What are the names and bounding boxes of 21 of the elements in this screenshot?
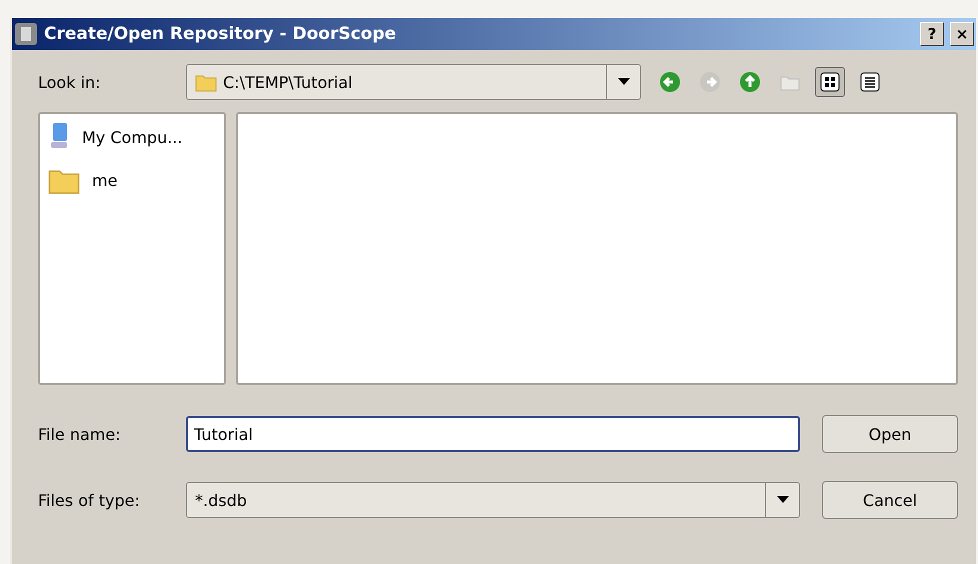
- dropdown-arrow-icon: [618, 78, 630, 86]
- dropdown-arrow-icon: [776, 496, 788, 504]
- list-view-icon: [859, 71, 881, 93]
- cancel-button[interactable]: Cancel: [822, 481, 958, 519]
- open-button[interactable]: Open: [822, 415, 958, 453]
- look-in-value: C:\TEMP\Tutorial: [223, 72, 352, 92]
- close-button[interactable]: ×: [950, 22, 974, 46]
- file-type-label: Files of type:: [38, 490, 141, 510]
- sidebar-item[interactable]: My Compu...: [44, 120, 220, 154]
- sidebar-item[interactable]: me: [44, 162, 220, 198]
- file-type-dropdown[interactable]: *.dsdb: [186, 482, 800, 518]
- look-in-label: Look in:: [38, 72, 102, 92]
- look-in-dropdown[interactable]: C:\TEMP\Tutorial: [186, 64, 641, 100]
- window-title: Create/Open Repository - DoorScope: [44, 24, 398, 44]
- file-type-value: *.dsdb: [195, 490, 247, 510]
- file-name-field[interactable]: Tutorial: [186, 416, 800, 452]
- file-name-label: File name:: [38, 424, 122, 444]
- icon-view-icon: [819, 71, 841, 93]
- app-icon: [14, 22, 38, 46]
- help-button[interactable]: ?: [920, 22, 944, 46]
- icon-view-button[interactable]: [815, 67, 845, 97]
